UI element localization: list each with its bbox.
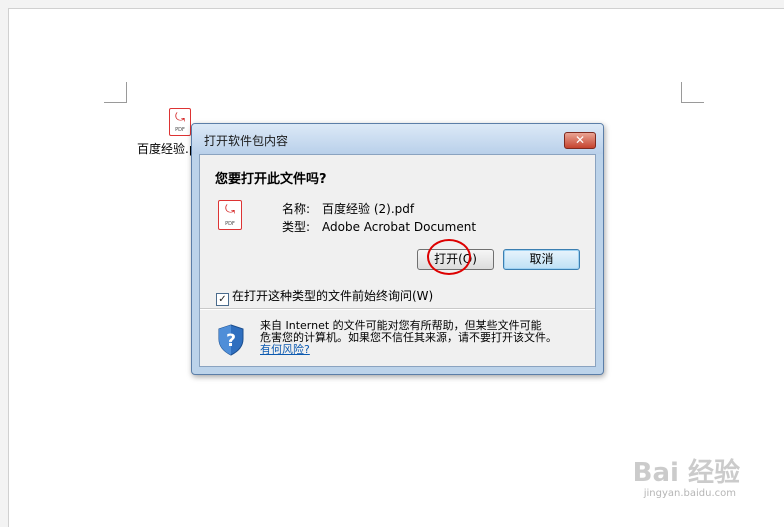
security-warning-text: 来自 Internet 的文件可能对您有所帮助，但某些文件可能 危害您的计算机。… <box>260 320 600 356</box>
always-ask-label[interactable]: 在打开这种类型的文件前始终询问(W) <box>232 289 433 303</box>
embedded-file-name: 百度经验.p <box>137 142 197 156</box>
file-name-row: 名称: 百度经验 (2).pdf <box>282 200 414 217</box>
pdf-file-icon: ⤿ PDF <box>218 200 242 230</box>
watermark-url: jingyan.baidu.com <box>643 488 736 499</box>
watermark-logo: Bai 经验 <box>632 458 740 488</box>
warning-section: ? 来自 Internet 的文件可能对您有所帮助，但某些文件可能 危害您的计算… <box>200 310 595 366</box>
file-type-row: 类型: Adobe Acrobat Document <box>282 218 476 235</box>
dialog-question: 您要打开此文件吗? <box>215 172 327 187</box>
always-ask-row: ✓ 在打开这种类型的文件前始终询问(W) <box>216 287 433 306</box>
dialog-titlebar[interactable]: 打开软件包内容 ✕ <box>192 124 603 154</box>
type-value: Adobe Acrobat Document <box>322 220 477 234</box>
always-ask-checkbox[interactable]: ✓ <box>216 293 229 306</box>
pdf-icon-tag: PDF <box>225 221 235 227</box>
crop-mark-top-right <box>681 82 704 103</box>
pdf-logo-icon: ⤿ <box>225 202 235 216</box>
dialog-title: 打开软件包内容 <box>204 134 289 148</box>
name-value: 百度经验 (2).pdf <box>322 202 415 216</box>
type-label: 类型: <box>282 220 311 234</box>
dialog-body: 您要打开此文件吗? ⤿ PDF 名称: 百度经验 (2).pdf 类型: Adobe… <box>199 154 596 367</box>
pdf-icon-tag: PDF <box>175 127 185 133</box>
warning-line-2: 危害您的计算机。如果您不信任其来源，请不要打开该文件。 <box>260 331 557 344</box>
open-package-dialog: 打开软件包内容 ✕ 您要打开此文件吗? ⤿ PDF 名称: 百度经验 (2).pd… <box>191 123 604 375</box>
cancel-button[interactable]: 取消 <box>503 249 580 270</box>
pdf-file-icon: ⤿ PDF <box>169 108 191 136</box>
risk-link[interactable]: 有何风险? <box>260 343 310 356</box>
svg-text:?: ? <box>226 331 236 351</box>
pdf-logo-icon: ⤿ <box>175 110 185 124</box>
close-button[interactable]: ✕ <box>564 132 596 149</box>
baidu-watermark: Bai 经验 jingyan.baidu.com <box>592 452 740 508</box>
close-icon: ✕ <box>574 133 586 147</box>
highlight-circle <box>427 239 471 275</box>
crop-mark-top-left <box>104 82 127 103</box>
name-label: 名称: <box>282 202 311 216</box>
security-shield-icon: ? <box>218 324 244 356</box>
